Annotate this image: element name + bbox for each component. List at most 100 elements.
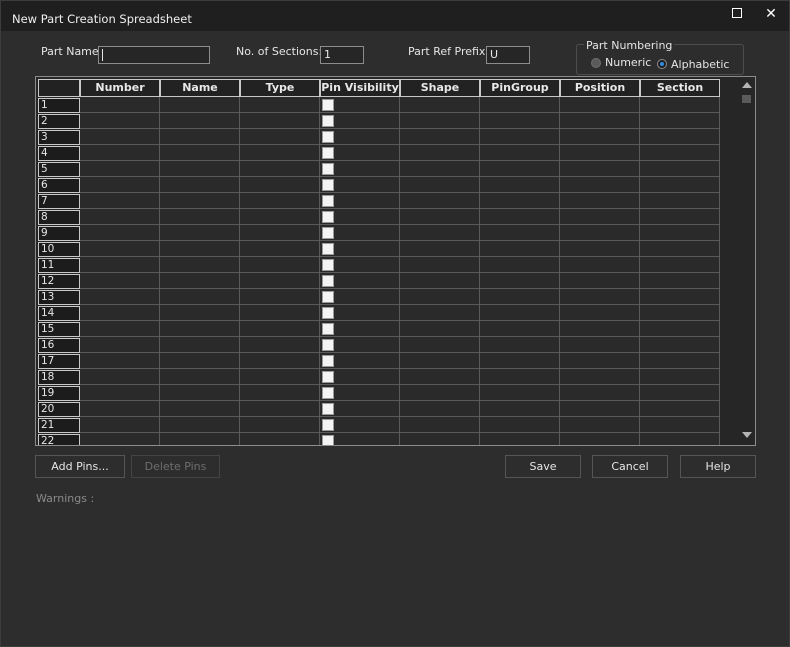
scroll-down-icon[interactable] [742, 432, 752, 438]
table-cell[interactable] [320, 337, 400, 353]
table-cell[interactable] [160, 257, 240, 273]
table-cell[interactable] [480, 289, 560, 305]
table-cell[interactable] [80, 321, 160, 337]
pin-visibility-checkbox[interactable] [322, 435, 334, 445]
column-header[interactable]: PinGroup [480, 79, 560, 97]
table-cell[interactable] [320, 161, 400, 177]
table-cell[interactable] [480, 433, 560, 445]
table-cell[interactable] [560, 177, 640, 193]
table-cell[interactable] [240, 97, 320, 113]
table-cell[interactable] [480, 177, 560, 193]
help-button[interactable]: Help [680, 455, 756, 478]
table-cell[interactable] [560, 97, 640, 113]
table-cell[interactable] [400, 209, 480, 225]
pin-visibility-checkbox[interactable] [322, 131, 334, 143]
close-button[interactable]: ✕ [753, 3, 789, 25]
table-cell[interactable] [400, 353, 480, 369]
table-cell[interactable] [480, 337, 560, 353]
table-cell[interactable] [80, 241, 160, 257]
table-cell[interactable] [320, 305, 400, 321]
table-cell[interactable] [400, 433, 480, 445]
table-cell[interactable] [480, 369, 560, 385]
pin-visibility-checkbox[interactable] [322, 115, 334, 127]
pin-visibility-checkbox[interactable] [322, 403, 334, 415]
pin-visibility-checkbox[interactable] [322, 419, 334, 431]
table-cell[interactable] [240, 305, 320, 321]
table-cell[interactable] [640, 337, 720, 353]
table-cell[interactable] [320, 241, 400, 257]
table-cell[interactable] [640, 193, 720, 209]
cancel-button[interactable]: Cancel [592, 455, 668, 478]
alphabetic-radio[interactable] [657, 59, 667, 69]
table-cell[interactable] [160, 337, 240, 353]
table-cell[interactable] [640, 241, 720, 257]
table-cell[interactable] [640, 257, 720, 273]
table-cell[interactable] [400, 385, 480, 401]
pin-visibility-checkbox[interactable] [322, 275, 334, 287]
table-cell[interactable] [320, 273, 400, 289]
table-cell[interactable] [640, 113, 720, 129]
table-cell[interactable] [400, 241, 480, 257]
table-cell[interactable] [240, 273, 320, 289]
table-cell[interactable] [480, 225, 560, 241]
table-cell[interactable] [80, 337, 160, 353]
table-cell[interactable] [240, 353, 320, 369]
table-cell[interactable] [240, 161, 320, 177]
row-header[interactable]: 12 [38, 274, 80, 289]
table-cell[interactable] [80, 417, 160, 433]
table-cell[interactable] [80, 385, 160, 401]
table-cell[interactable] [80, 225, 160, 241]
table-cell[interactable] [240, 417, 320, 433]
table-cell[interactable] [480, 401, 560, 417]
table-cell[interactable] [240, 113, 320, 129]
table-cell[interactable] [400, 225, 480, 241]
table-cell[interactable] [160, 161, 240, 177]
sections-input[interactable]: 1 [320, 46, 364, 64]
pin-visibility-checkbox[interactable] [322, 339, 334, 351]
table-cell[interactable] [560, 225, 640, 241]
table-cell[interactable] [400, 193, 480, 209]
table-cell[interactable] [240, 145, 320, 161]
table-cell[interactable] [160, 353, 240, 369]
table-cell[interactable] [560, 289, 640, 305]
table-cell[interactable] [560, 161, 640, 177]
row-header[interactable]: 15 [38, 322, 80, 337]
row-header[interactable]: 17 [38, 354, 80, 369]
save-button[interactable]: Save [505, 455, 581, 478]
pin-spreadsheet[interactable]: Number Name Type Pin Visibility Shape PinGrou… [35, 76, 756, 446]
table-cell[interactable] [160, 305, 240, 321]
table-cell[interactable] [80, 305, 160, 321]
pin-visibility-checkbox[interactable] [322, 371, 334, 383]
row-header[interactable]: 14 [38, 306, 80, 321]
table-cell[interactable] [160, 145, 240, 161]
table-cell[interactable] [80, 145, 160, 161]
table-cell[interactable] [320, 225, 400, 241]
table-cell[interactable] [480, 161, 560, 177]
table-cell[interactable] [400, 129, 480, 145]
table-cell[interactable] [80, 177, 160, 193]
table-cell[interactable] [480, 209, 560, 225]
table-cell[interactable] [320, 129, 400, 145]
table-cell[interactable] [240, 193, 320, 209]
table-cell[interactable] [320, 321, 400, 337]
pin-visibility-checkbox[interactable] [322, 195, 334, 207]
row-header[interactable]: 9 [38, 226, 80, 241]
pin-visibility-checkbox[interactable] [322, 227, 334, 239]
column-header[interactable]: Section [640, 79, 720, 97]
table-cell[interactable] [240, 225, 320, 241]
table-cell[interactable] [240, 369, 320, 385]
table-cell[interactable] [80, 433, 160, 445]
table-cell[interactable] [320, 289, 400, 305]
table-cell[interactable] [160, 369, 240, 385]
table-cell[interactable] [400, 305, 480, 321]
prefix-input[interactable]: U [486, 46, 530, 64]
row-header[interactable]: 20 [38, 402, 80, 417]
column-header[interactable]: Number [80, 79, 160, 97]
table-cell[interactable] [320, 257, 400, 273]
table-cell[interactable] [320, 417, 400, 433]
scroll-thumb[interactable] [742, 95, 751, 103]
table-cell[interactable] [160, 321, 240, 337]
table-cell[interactable] [80, 369, 160, 385]
table-cell[interactable] [240, 321, 320, 337]
table-cell[interactable] [640, 177, 720, 193]
